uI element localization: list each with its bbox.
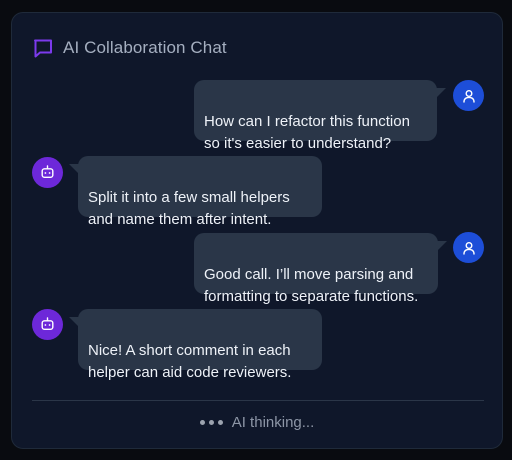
chat-bubble-icon bbox=[34, 39, 52, 58]
ai-avatar bbox=[32, 157, 63, 188]
typing-dot bbox=[208, 419, 214, 425]
typing-dots-icon bbox=[199, 419, 223, 425]
chat-title: AI Collaboration Chat bbox=[63, 38, 227, 57]
user-message: How can I refactor this function so it's… bbox=[194, 80, 446, 152]
typing-dot bbox=[199, 419, 205, 425]
message-text: Good call. I’ll move parsing and formatt… bbox=[204, 266, 419, 305]
typing-indicator: AI thinking... bbox=[12, 411, 502, 433]
ai-message: Nice! A short comment in each helper can… bbox=[69, 309, 322, 381]
user-icon bbox=[462, 89, 475, 103]
user-message: Good call. I’ll move parsing and formatt… bbox=[194, 233, 447, 305]
typing-dot bbox=[217, 419, 223, 425]
status-label: AI thinking... bbox=[231, 413, 315, 431]
divider bbox=[32, 400, 484, 401]
robot-icon bbox=[41, 317, 54, 330]
chat-panel: AI Collaboration Chat How can I refactor… bbox=[11, 12, 503, 449]
message-text: How can I refactor this function so it's… bbox=[204, 113, 410, 152]
robot-icon bbox=[41, 165, 54, 178]
user-avatar bbox=[453, 80, 484, 111]
message-text: Split it into a few small helpers and na… bbox=[88, 189, 290, 228]
user-icon bbox=[462, 241, 475, 255]
user-avatar bbox=[453, 232, 484, 263]
ai-avatar bbox=[32, 309, 63, 340]
message-text: Nice! A short comment in each helper can… bbox=[88, 342, 292, 381]
chat-header: AI Collaboration Chat bbox=[32, 37, 227, 59]
ai-message: Split it into a few small helpers and na… bbox=[69, 156, 322, 228]
